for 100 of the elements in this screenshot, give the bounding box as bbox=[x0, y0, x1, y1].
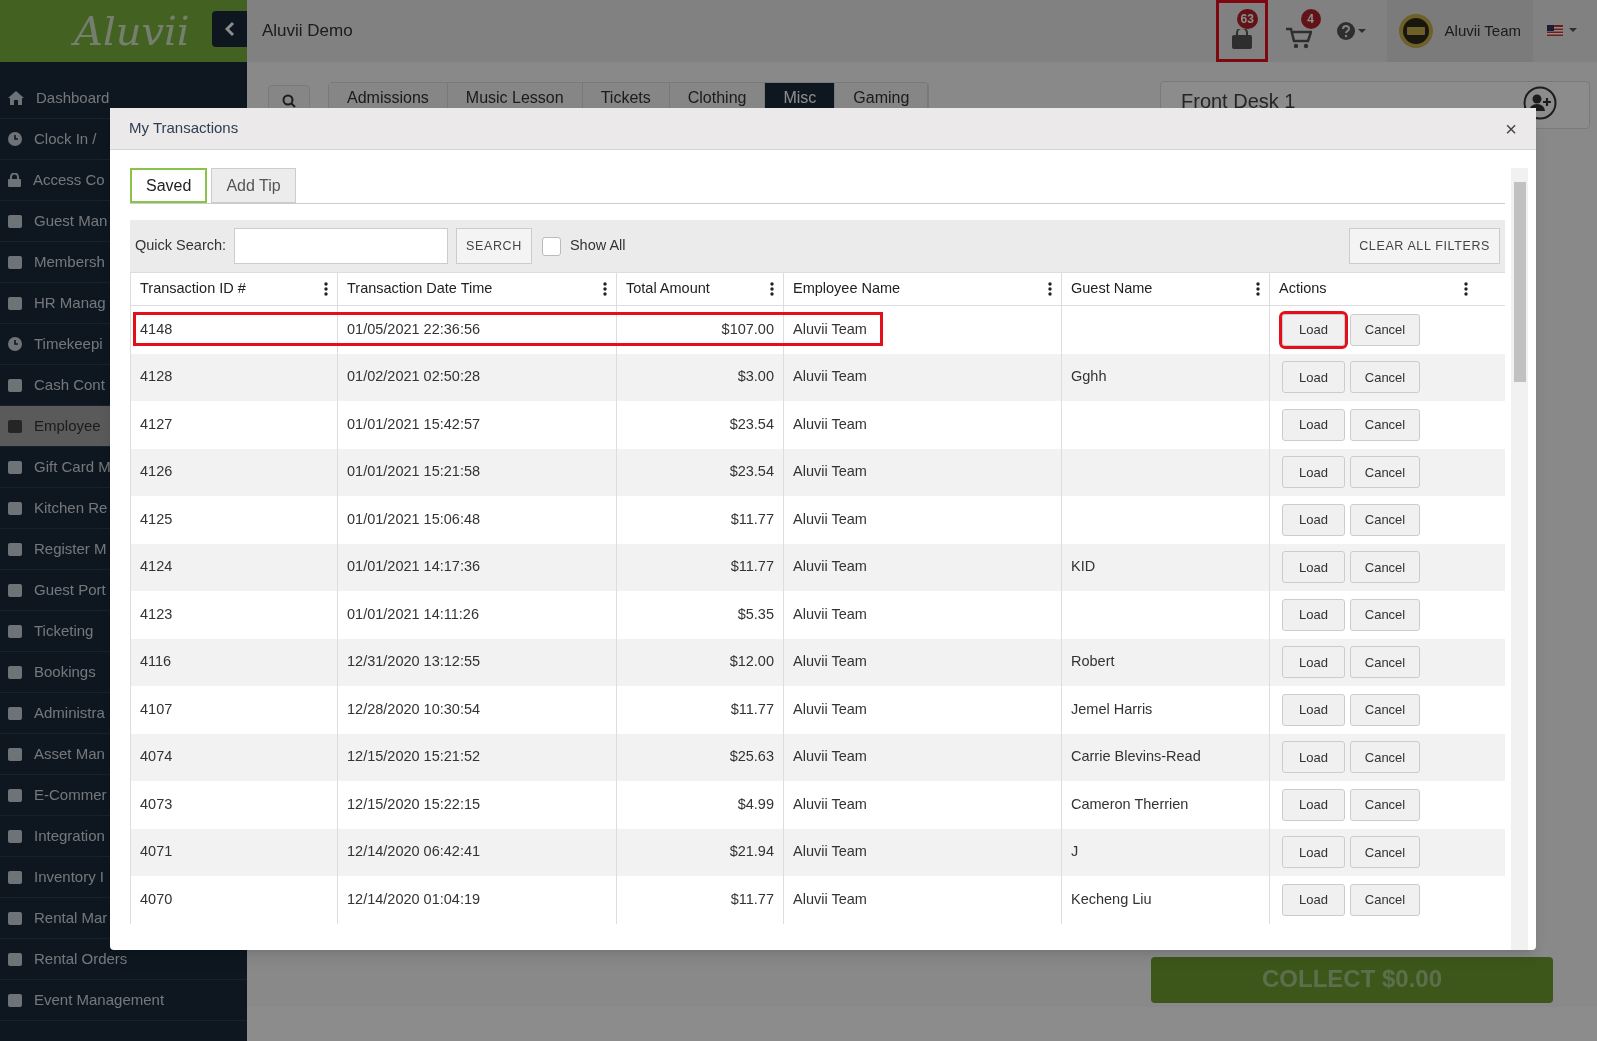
sidebar-item[interactable]: Event Management bbox=[0, 980, 247, 1021]
kebab-icon[interactable] bbox=[324, 282, 328, 296]
table-cell-text: 01/01/2021 14:17:36 bbox=[347, 557, 481, 577]
bag-button[interactable]: 63 bbox=[1218, 3, 1265, 59]
tab[interactable]: Add Tip bbox=[211, 168, 296, 203]
table-cell-text: $107.00 bbox=[721, 319, 774, 339]
column-header[interactable]: Actions bbox=[1269, 273, 1477, 305]
clear-filters-button[interactable]: CLEAR ALL FILTERS bbox=[1349, 228, 1500, 264]
load-button[interactable]: Load bbox=[1282, 788, 1345, 821]
page-title: Aluvii Demo bbox=[262, 20, 353, 43]
table-cell-text: $12.00 bbox=[729, 652, 774, 672]
load-button[interactable]: Load bbox=[1282, 313, 1345, 346]
kebab-icon[interactable] bbox=[1464, 282, 1468, 296]
cancel-button[interactable]: Cancel bbox=[1350, 551, 1420, 584]
cancel-button[interactable]: Cancel bbox=[1350, 456, 1420, 489]
category-tab[interactable]: Misc bbox=[765, 83, 836, 109]
tab[interactable]: Saved bbox=[130, 168, 208, 203]
load-button[interactable]: Load bbox=[1282, 503, 1345, 536]
square-icon bbox=[8, 952, 22, 966]
table-cell-text: 4116 bbox=[140, 652, 172, 672]
square-icon bbox=[8, 501, 22, 515]
checkbox[interactable] bbox=[541, 236, 561, 256]
square-icon bbox=[8, 419, 22, 433]
table-cell-text: 12/31/2020 13:12:55 bbox=[347, 652, 481, 672]
table-cell-text: $5.35 bbox=[737, 604, 774, 624]
kebab-icon[interactable] bbox=[603, 282, 607, 296]
cancel-button[interactable]: Cancel bbox=[1350, 408, 1420, 441]
column-header[interactable]: Transaction Date Time bbox=[337, 273, 616, 305]
clock-icon bbox=[8, 337, 22, 351]
column-header[interactable]: Employee Name bbox=[783, 273, 1061, 305]
load-button[interactable]: Load bbox=[1282, 456, 1345, 489]
cancel-button[interactable]: Cancel bbox=[1350, 503, 1420, 536]
table-cell-text: Aluvii Team bbox=[793, 414, 867, 434]
cart-button[interactable]: 4 bbox=[1278, 3, 1319, 59]
square-icon bbox=[8, 993, 22, 1007]
table-cell-text: Jemel Harris bbox=[1071, 699, 1153, 719]
field-label: Quick Search: bbox=[135, 236, 227, 256]
scrollbar[interactable] bbox=[1511, 168, 1528, 950]
table-cell-text: 4107 bbox=[140, 699, 173, 719]
square-icon bbox=[8, 460, 22, 474]
square-icon bbox=[8, 296, 22, 310]
table-cell-text: 4148 bbox=[140, 319, 173, 339]
load-button[interactable]: Load bbox=[1282, 361, 1345, 394]
column-header[interactable]: Guest Name bbox=[1061, 273, 1269, 305]
badge: 4 bbox=[1300, 9, 1321, 29]
cancel-button[interactable]: Cancel bbox=[1350, 313, 1420, 346]
table-cell-text: $25.63 bbox=[729, 747, 774, 767]
kebab-icon[interactable] bbox=[1256, 282, 1260, 296]
load-button[interactable]: Load bbox=[1282, 883, 1345, 916]
cancel-button[interactable]: Cancel bbox=[1350, 361, 1420, 394]
column-header[interactable]: Transaction ID # bbox=[130, 273, 337, 305]
column-header[interactable]: Total Amount bbox=[616, 273, 783, 305]
kebab-icon[interactable] bbox=[1048, 282, 1052, 296]
help-icon bbox=[1336, 22, 1367, 40]
table-cell-text: 4070 bbox=[140, 889, 173, 909]
user-menu[interactable]: Aluvii Team bbox=[1386, 0, 1533, 62]
load-button[interactable]: Load bbox=[1282, 741, 1345, 774]
load-button[interactable]: Load bbox=[1282, 408, 1345, 441]
table-cell-text: Aluvii Team bbox=[793, 652, 867, 672]
load-button[interactable]: Load bbox=[1282, 836, 1345, 869]
load-button[interactable]: Load bbox=[1282, 646, 1345, 679]
square-icon bbox=[8, 665, 22, 679]
category-tab[interactable]: Admissions bbox=[329, 83, 448, 109]
table-cell-text: $11.77 bbox=[730, 699, 774, 719]
cancel-button[interactable]: Cancel bbox=[1350, 693, 1420, 726]
load-button[interactable]: Load bbox=[1282, 551, 1345, 584]
cancel-button[interactable]: Cancel bbox=[1350, 836, 1420, 869]
bag-icon bbox=[1230, 29, 1253, 49]
table-cell-text: Aluvii Team bbox=[793, 462, 867, 482]
cancel-button[interactable]: Cancel bbox=[1350, 788, 1420, 821]
square-icon bbox=[8, 747, 22, 761]
table-cell-text: 12/15/2020 15:21:52 bbox=[347, 747, 481, 767]
table-cell-text: Aluvii Team bbox=[793, 889, 867, 909]
cancel-button[interactable]: Cancel bbox=[1350, 883, 1420, 916]
table-cell-text: KID bbox=[1071, 557, 1096, 577]
kebab-icon[interactable] bbox=[770, 282, 774, 296]
load-button[interactable]: Load bbox=[1282, 598, 1345, 631]
table-cell-text: $11.77 bbox=[730, 509, 774, 529]
search-field[interactable] bbox=[234, 228, 449, 264]
square-icon bbox=[8, 911, 22, 925]
cancel-button[interactable]: Cancel bbox=[1350, 598, 1420, 631]
cancel-button[interactable]: Cancel bbox=[1350, 646, 1420, 679]
help-button[interactable] bbox=[1336, 22, 1367, 40]
table-cell-text: $11.77 bbox=[730, 557, 774, 577]
checkbox-label: Show All bbox=[569, 236, 626, 256]
load-button[interactable]: Load bbox=[1282, 693, 1345, 726]
house-icon bbox=[8, 91, 24, 105]
table-cell-text: 4124 bbox=[140, 557, 173, 577]
search-button[interactable]: SEARCH bbox=[456, 228, 532, 264]
collapse-button[interactable] bbox=[212, 11, 247, 47]
close-button[interactable]: × bbox=[1505, 118, 1517, 139]
table-cell-text: $23.54 bbox=[729, 414, 774, 434]
table-cell-text: 4127 bbox=[140, 414, 173, 434]
square-icon bbox=[8, 706, 22, 720]
cancel-button[interactable]: Cancel bbox=[1350, 741, 1420, 774]
table-cell-text: 01/02/2021 02:50:28 bbox=[347, 367, 481, 387]
table-cell-text: Aluvii Team bbox=[793, 604, 867, 624]
table-cell-text: 4071 bbox=[140, 842, 173, 862]
square-icon bbox=[8, 255, 22, 269]
table-cell-text: 01/01/2021 15:21:58 bbox=[347, 462, 481, 482]
